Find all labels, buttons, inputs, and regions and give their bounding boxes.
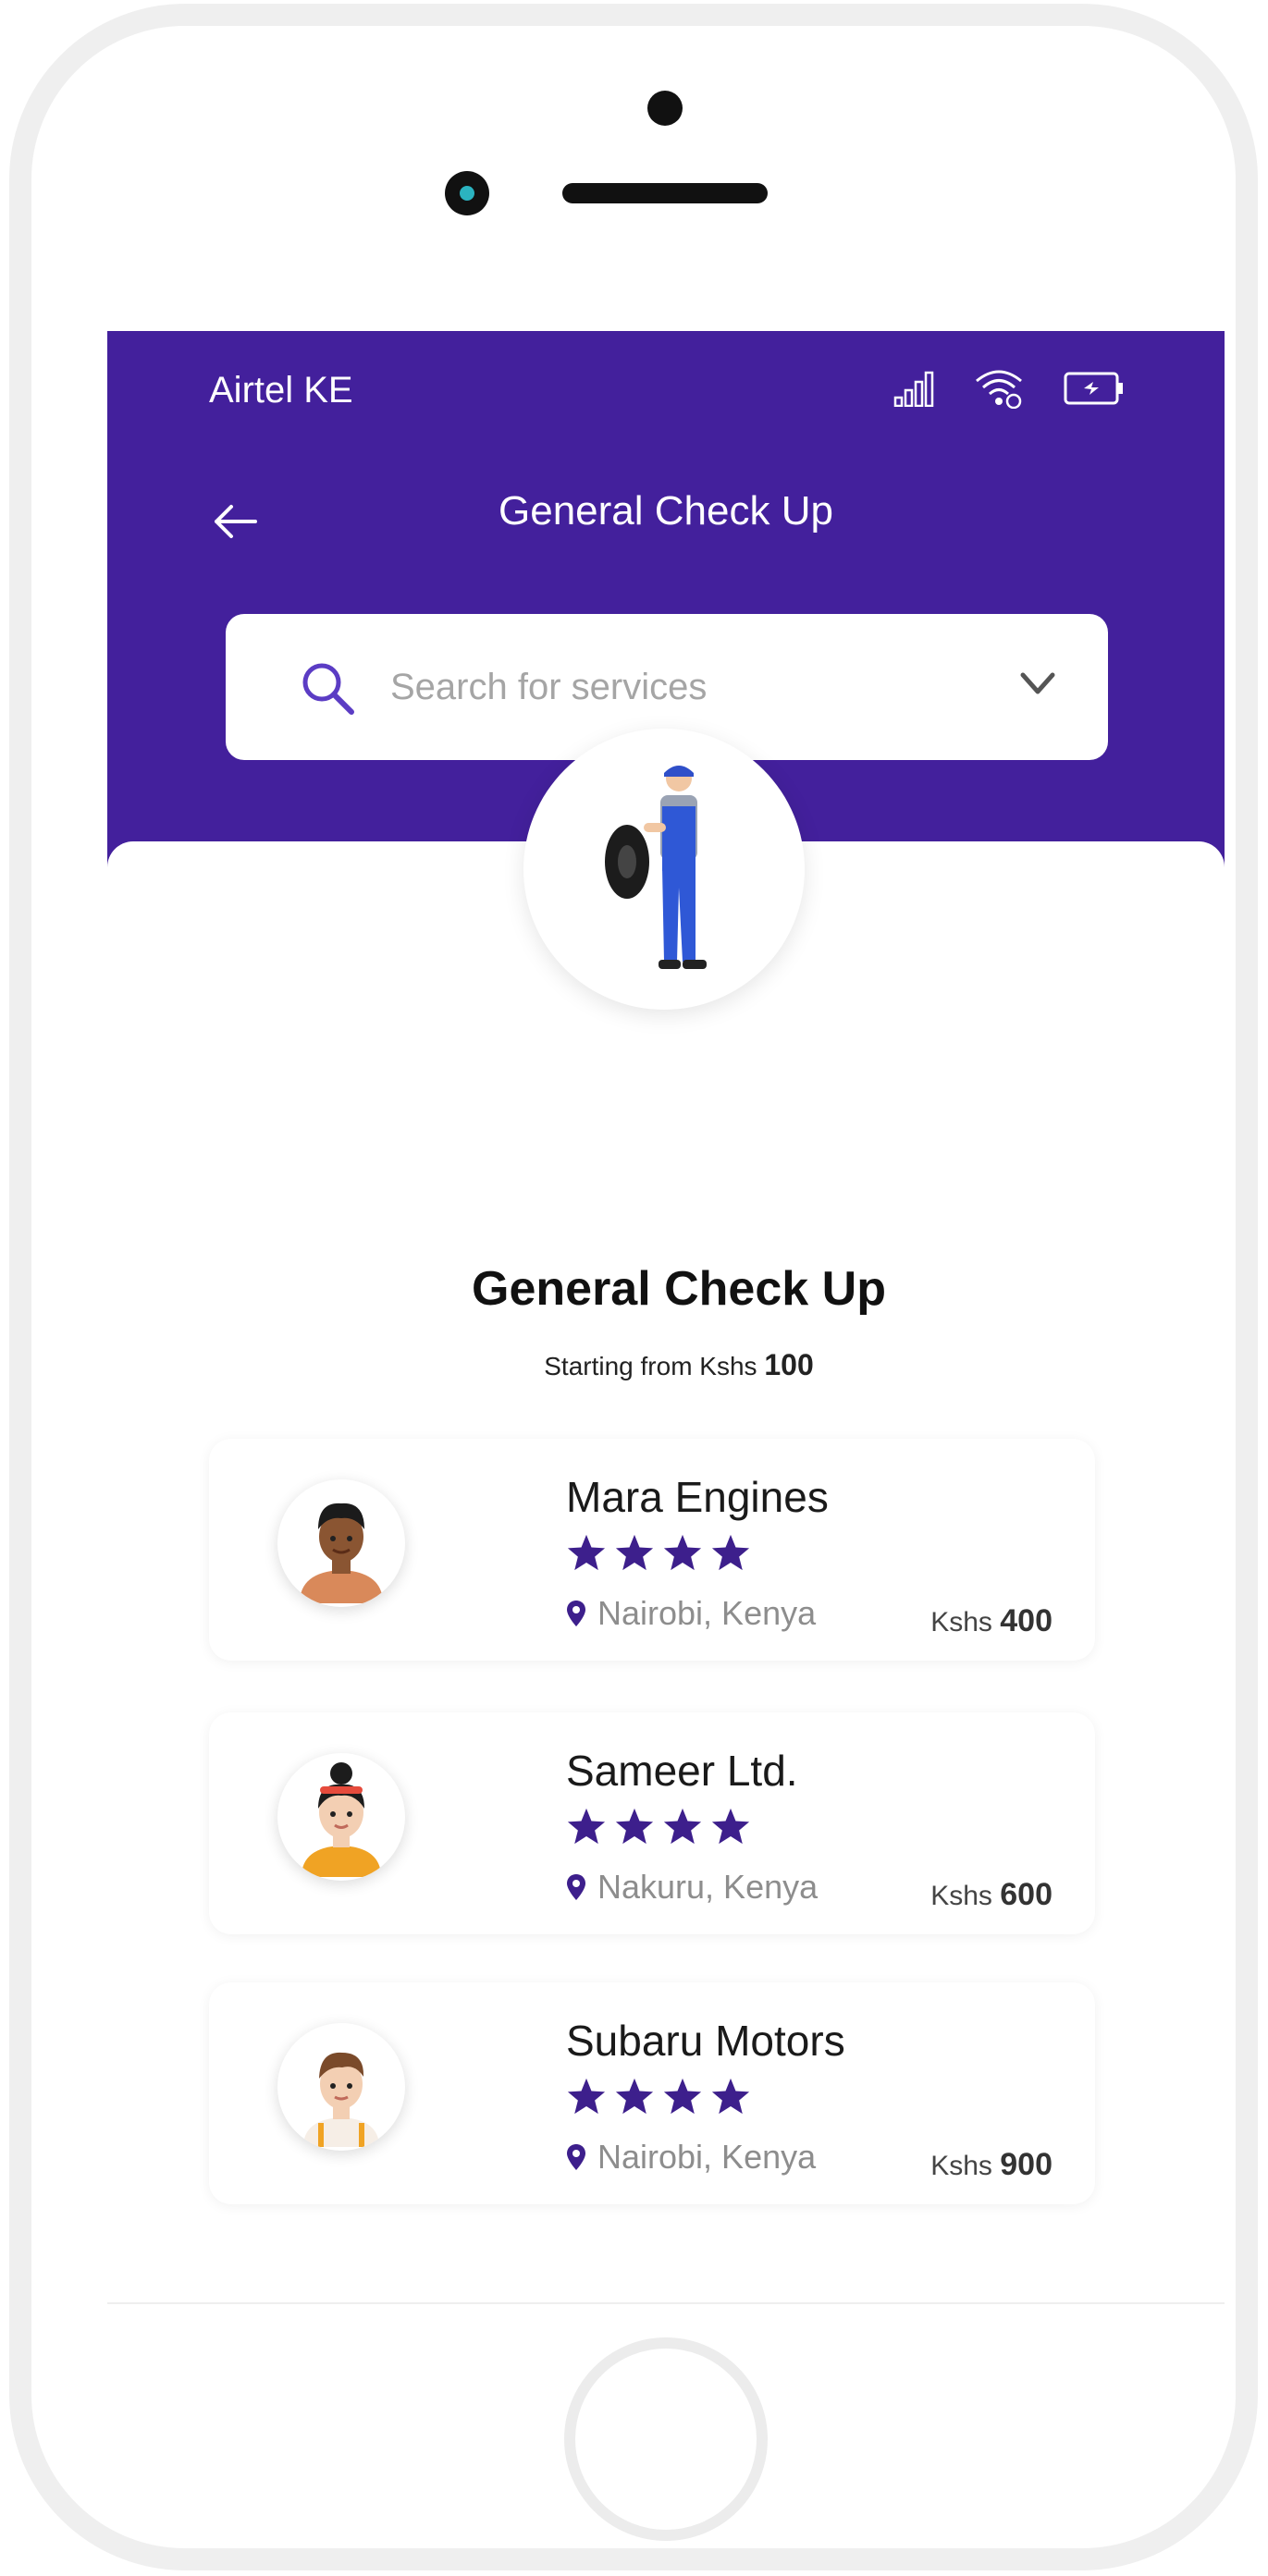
location-pin-icon <box>567 2144 585 2170</box>
starting-price-value: 100 <box>764 1348 814 1381</box>
chevron-down-icon[interactable] <box>1019 669 1056 704</box>
avatar <box>277 1479 405 1607</box>
front-camera <box>647 91 683 126</box>
starting-price-prefix: Starting from Kshs <box>544 1352 757 1380</box>
star-icon <box>615 1808 654 1845</box>
search-input[interactable] <box>390 655 982 719</box>
price-currency: Kshs <box>930 1607 992 1638</box>
star-icon <box>567 2078 606 2115</box>
home-button[interactable] <box>564 2337 768 2541</box>
star-rating <box>566 2077 751 2116</box>
service-title: General Check Up <box>472 1262 886 1316</box>
avatar <box>277 2023 405 2151</box>
price-value: 600 <box>1000 1877 1053 1912</box>
provider-location: Nairobi, Kenya <box>566 2138 816 2177</box>
price-currency: Kshs <box>930 1881 992 1911</box>
provider-name: Mara Engines <box>566 1473 829 1521</box>
star-icon <box>567 1534 606 1571</box>
price-value: 400 <box>1000 1603 1053 1638</box>
provider-card[interactable]: Mara Engines Nairobi, Kenya Kshs 400 <box>209 1439 1095 1661</box>
wifi-icon <box>973 368 1025 409</box>
location-pin-icon <box>567 1601 585 1626</box>
star-icon <box>663 1534 702 1571</box>
location-text: Nairobi, Kenya <box>597 1594 817 1632</box>
proximity-sensor <box>445 171 489 215</box>
provider-name: Sameer Ltd. <box>566 1747 798 1795</box>
star-icon <box>711 1534 750 1571</box>
starting-price-label: Starting from Kshs 100 <box>107 1348 1225 1382</box>
provider-price: Kshs 400 <box>930 1603 1053 1639</box>
star-icon <box>663 1808 702 1845</box>
provider-card[interactable]: Sameer Ltd. Nakuru, Kenya Kshs 600 <box>209 1712 1095 1934</box>
provider-card[interactable]: Subaru Motors Nairobi, Kenya Kshs 900 <box>209 1982 1095 2204</box>
search-icon <box>300 660 357 722</box>
speaker-grille <box>562 183 768 203</box>
star-icon <box>711 1808 750 1845</box>
price-value: 900 <box>1000 2147 1053 2182</box>
battery-icon <box>1064 370 1125 407</box>
location-text: Nakuru, Kenya <box>597 1868 819 1906</box>
provider-price: Kshs 600 <box>930 1877 1053 1913</box>
provider-location: Nakuru, Kenya <box>566 1868 818 1907</box>
screen-title: General Check Up <box>499 488 833 534</box>
carrier-name: Airtel KE <box>209 370 353 411</box>
star-icon <box>615 2078 654 2115</box>
star-rating <box>566 1807 751 1846</box>
app-screen: Airtel KE General Check Up Search for se… <box>107 331 1225 2304</box>
provider-name: Subaru Motors <box>566 2017 845 2065</box>
star-rating <box>566 1533 751 1572</box>
provider-price: Kshs 900 <box>930 2147 1053 2183</box>
signal-icon <box>893 370 934 407</box>
star-icon <box>567 1808 606 1845</box>
phone-frame: Airtel KE General Check Up Search for se… <box>9 4 1258 2570</box>
price-currency: Kshs <box>930 2151 992 2181</box>
mechanic-illustration <box>523 729 805 1010</box>
status-icons <box>893 368 1125 409</box>
star-icon <box>663 2078 702 2115</box>
provider-location: Nairobi, Kenya <box>566 1594 816 1633</box>
avatar <box>277 1753 405 1881</box>
star-icon <box>615 1534 654 1571</box>
location-text: Nairobi, Kenya <box>597 2138 817 2176</box>
star-icon <box>711 2078 750 2115</box>
location-pin-icon <box>567 1874 585 1900</box>
